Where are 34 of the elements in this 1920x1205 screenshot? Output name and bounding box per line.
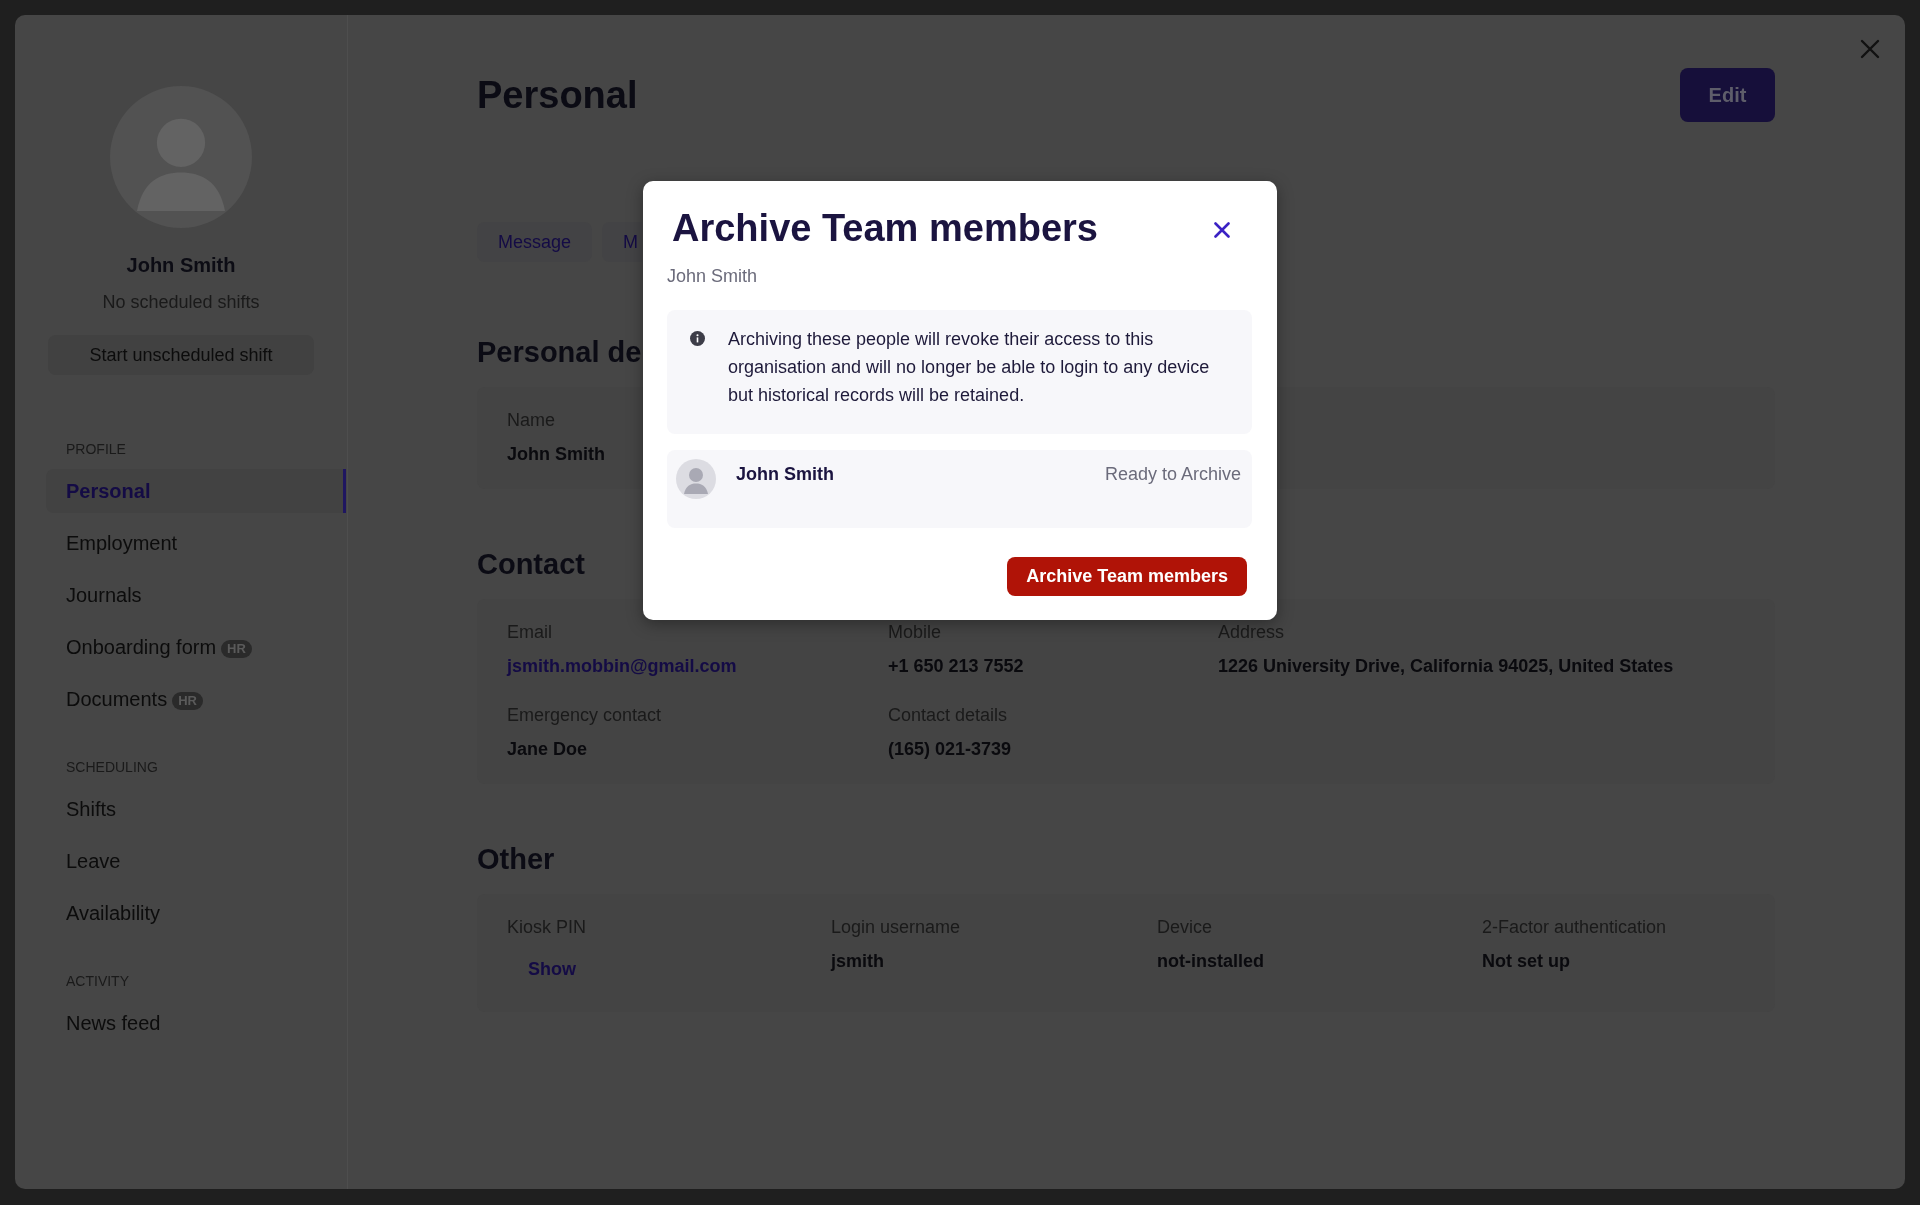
field-value: jsmith (831, 950, 884, 972)
page-title: Personal (477, 73, 638, 118)
nav-item[interactable]: Availability (46, 891, 346, 935)
edit-button[interactable]: Edit (1680, 68, 1775, 122)
info-icon (690, 331, 705, 346)
field-value: John Smith (507, 443, 605, 465)
member-status: Ready to Archive (1104, 463, 1241, 485)
field-value: Not set up (1482, 950, 1570, 972)
dialog-close-button[interactable] (1214, 222, 1230, 238)
section-heading: Personal de (477, 335, 642, 370)
nav-item[interactable]: Leave (46, 839, 346, 883)
field-link[interactable]: jsmith.mobbin@gmail.com (507, 655, 737, 677)
profile-name: John Smith (126, 253, 236, 277)
field-value: Jane Doe (507, 738, 588, 760)
field-value: 1226 University Drive, California 94025, United States (1218, 655, 1674, 677)
avatar-silhouette-icon (676, 459, 716, 499)
member-name: John Smith (736, 463, 834, 485)
dialog-title: Archive Team members (672, 206, 1098, 251)
dialog-subtitle: John Smith (667, 265, 758, 287)
show-pin-button[interactable]: Show (507, 950, 597, 988)
nav-item[interactable]: News feed (46, 1001, 346, 1045)
field-value: +1 650 213 7552 (888, 655, 1024, 677)
close-icon (1860, 39, 1880, 59)
close-icon (1214, 222, 1230, 238)
notice-text: Archiving these people will revoke their access to this organisation and will no longer be able to login to any device but historical records will be retained. (728, 328, 1211, 407)
nav-item[interactable]: Shifts (46, 787, 346, 831)
field-value: (165) 021-3739 (888, 738, 1012, 760)
archive-button[interactable]: Archive Team members (1007, 557, 1247, 596)
section-heading: Other (477, 842, 555, 877)
nav-item[interactable]: Personal (46, 469, 346, 513)
nav-item[interactable]: Employment (46, 521, 346, 565)
nav-item[interactable]: Journals (46, 573, 346, 617)
field-value: not-installed (1157, 950, 1264, 972)
section-heading: Contact (477, 547, 585, 582)
